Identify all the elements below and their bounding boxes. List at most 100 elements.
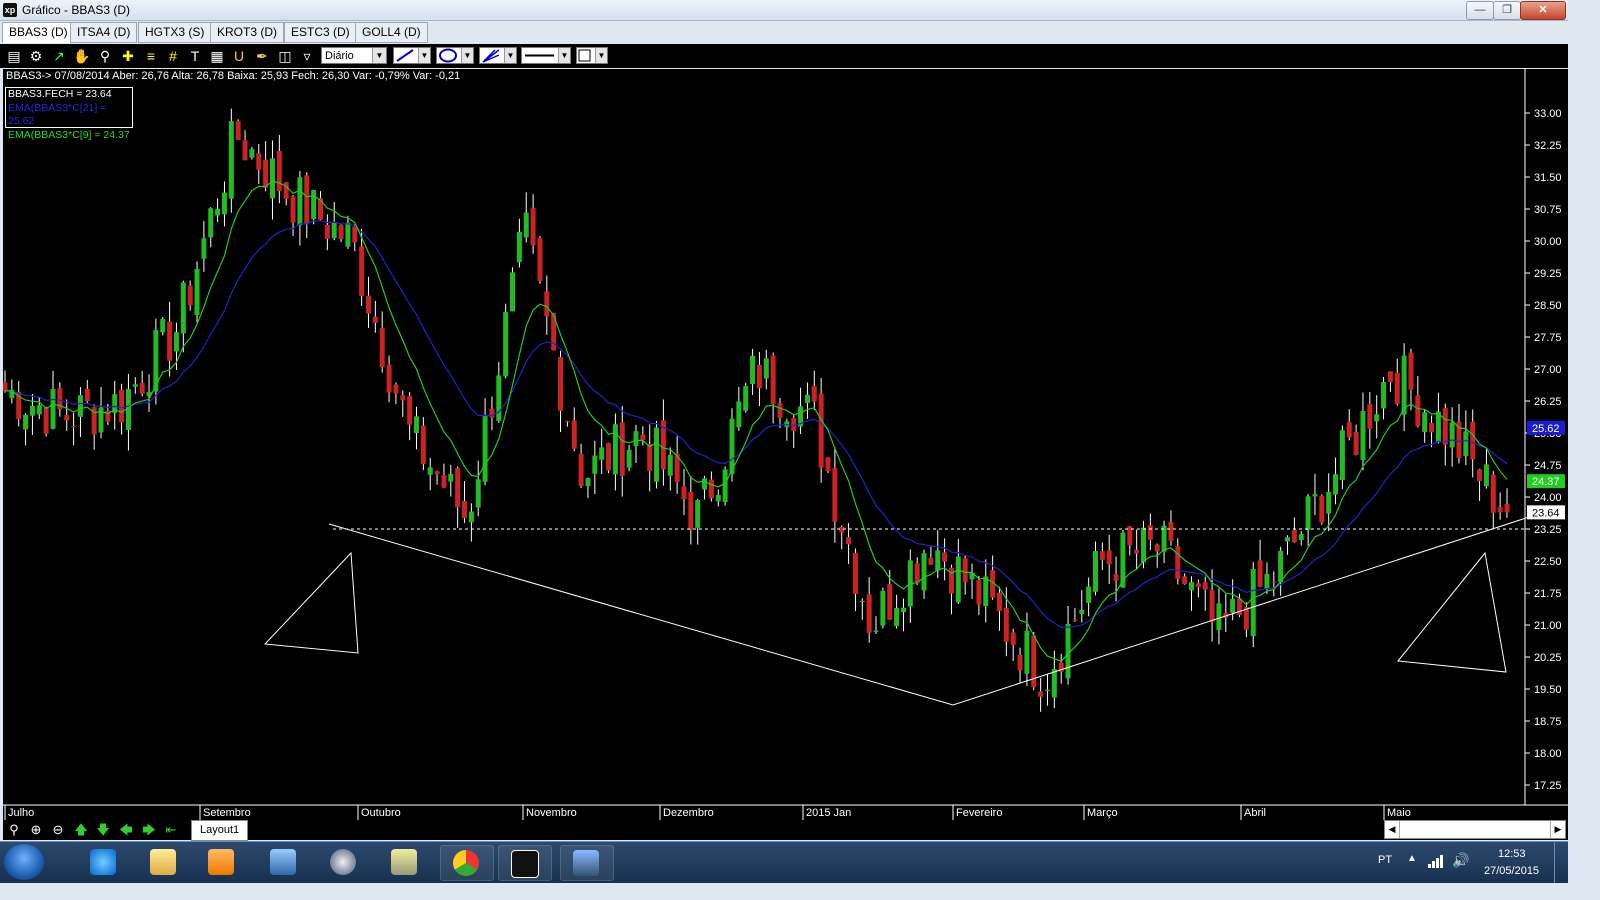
candle-body (942, 552, 948, 562)
tray-expand-icon[interactable]: ▲ (1407, 853, 1417, 864)
tab-goll4[interactable]: GOLL4 (D) (355, 22, 428, 43)
volume-icon[interactable]: 🔊 (1452, 852, 1469, 869)
crosshair-icon[interactable]: ✚ (119, 47, 137, 65)
chart-type-icon[interactable]: ▤ (5, 47, 23, 65)
fibonacci-icon[interactable]: ≡ (142, 47, 160, 65)
candle-body (1483, 464, 1489, 487)
tab-estc3[interactable]: ESTC3 (D) (284, 22, 357, 43)
tab-hgtx3[interactable]: HGTX3 (S) (138, 22, 212, 43)
candle-body (1168, 521, 1174, 541)
zoom-in-icon[interactable]: ⊕ (27, 822, 45, 838)
save-icon[interactable]: ◫ (276, 47, 294, 65)
candle-body (379, 328, 385, 368)
filter-icon[interactable]: ▿ (298, 47, 316, 65)
candle-body (1044, 689, 1050, 691)
magnifier-icon[interactable]: ⚲ (96, 47, 114, 65)
scroll-left-icon[interactable]: ◀ (1385, 821, 1400, 838)
taskbar-network[interactable] (258, 845, 310, 879)
arrow-down-icon[interactable]: 🡇 (94, 822, 112, 838)
text-icon[interactable]: T (186, 47, 204, 65)
zoom-icon[interactable]: ⚲ (5, 822, 23, 838)
grid-icon[interactable]: # (164, 47, 182, 65)
color-dropdown[interactable]: ▼ (576, 47, 608, 64)
candle-body (1271, 581, 1277, 583)
y-tick-label: 17.25 (1534, 780, 1562, 792)
settings-gear-icon[interactable]: ⚙ (27, 47, 45, 65)
start-button[interactable] (4, 844, 44, 880)
candle-body (84, 388, 90, 402)
taskbar-chrome[interactable] (440, 845, 494, 881)
brush-icon[interactable]: ✒ (253, 47, 271, 65)
hp-icon (330, 849, 356, 875)
tab-krot3[interactable]: KROT3 (D) (210, 22, 284, 43)
period-select[interactable]: Diário ▼ (321, 47, 387, 64)
tab-bbas3[interactable]: BBAS3 (D) (2, 22, 75, 43)
zoom-out-icon[interactable]: ⊖ (49, 822, 67, 838)
x-tick-label: Novembro (526, 807, 577, 819)
horizontal-scrollbar[interactable]: ◀ ▶ (1384, 820, 1566, 839)
taskbar-hp[interactable] (318, 845, 370, 879)
layout-tab[interactable]: Layout1 (191, 820, 249, 841)
clock-time[interactable]: 12:53 (1498, 848, 1526, 860)
candle-body (455, 468, 461, 508)
candle-body (1202, 582, 1208, 590)
candle-body (839, 526, 845, 533)
candle-body (1017, 654, 1023, 671)
candle-body (1003, 607, 1009, 642)
minimize-button[interactable]: — (1466, 1, 1494, 20)
candle-body (1333, 474, 1339, 495)
candle-body (71, 426, 77, 428)
candle-body (537, 238, 543, 281)
go-back-icon[interactable]: ⇤ (162, 822, 180, 838)
ohlc-info-line: BBAS3-> 07/08/2014 Aber: 26,76 Alta: 26,… (6, 70, 461, 82)
candle-body (1092, 550, 1098, 592)
clock-date[interactable]: 27/05/2015 (1484, 865, 1539, 877)
scroll-right-icon[interactable]: ▶ (1550, 821, 1565, 838)
period-select-value: Diário (325, 50, 354, 62)
xp-icon (511, 850, 539, 878)
candle-body (29, 405, 35, 416)
candle-body (887, 584, 893, 620)
calculator-icon[interactable]: ▦ (208, 47, 226, 65)
arrow-left-icon[interactable]: 🡄 (117, 822, 135, 838)
signal-icon[interactable] (1428, 854, 1444, 868)
candle-body (935, 550, 941, 571)
show-desktop-button[interactable] (1554, 842, 1569, 883)
magnet-icon[interactable]: U (230, 47, 248, 65)
maximize-button[interactable]: ❐ (1493, 1, 1521, 20)
candle-body (173, 332, 179, 352)
legend-ema21: EMA(BBAS3*C[21] = 25.62 (8, 101, 107, 128)
taskbar-media-player[interactable] (196, 845, 248, 879)
candle-body (914, 563, 920, 583)
color-swatch-icon (578, 49, 591, 62)
tray-language[interactable]: PT (1378, 854, 1392, 866)
price-chart[interactable]: 33.00 32.25 31.50 30.75 30.00 29.25 28.50 27.75… (3, 69, 1568, 820)
chart-canvas[interactable]: 33.00 32.25 31.50 30.75 30.00 29.25 28.50 27.75… (3, 69, 1568, 820)
candle-body (1257, 560, 1263, 587)
candle-body (400, 395, 406, 401)
candle-body (1477, 469, 1483, 481)
candle-body (263, 159, 269, 188)
taskbar-picture[interactable] (560, 845, 614, 881)
arrow-right-icon[interactable]: 🡆 (140, 822, 158, 838)
candle-body (1154, 544, 1160, 552)
taskbar-ie[interactable] (78, 845, 130, 879)
line-style-dropdown[interactable]: ▼ (521, 47, 571, 64)
ellipse-tool-dropdown[interactable]: ▼ (436, 47, 474, 64)
fan-tool-dropdown[interactable]: ▼ (479, 47, 517, 64)
candle-body (736, 401, 742, 428)
taskbar-installer[interactable] (379, 845, 431, 879)
x-tick-label: Fevereiro (956, 807, 1002, 819)
indicator-icon[interactable]: ↗ (50, 47, 68, 65)
line-tool-dropdown[interactable]: ▼ (393, 47, 431, 64)
candle-body (640, 434, 646, 441)
tab-itsa4[interactable]: ITSA4 (D) (70, 22, 138, 43)
close-button[interactable]: ✕ (1520, 1, 1566, 20)
arrow-up-icon[interactable]: 🡅 (72, 822, 90, 838)
hand-pan-icon[interactable]: ✋ (73, 47, 91, 65)
candle-body (578, 453, 584, 487)
chart-navigation-bar: ⚲ ⊕ ⊖ 🡅 🡇 🡄 🡆 ⇤ Layout1 ◀ ▶ (3, 820, 1568, 841)
candle-body (167, 321, 173, 361)
taskbar-explorer[interactable] (138, 845, 190, 879)
taskbar-xp[interactable] (498, 845, 552, 881)
